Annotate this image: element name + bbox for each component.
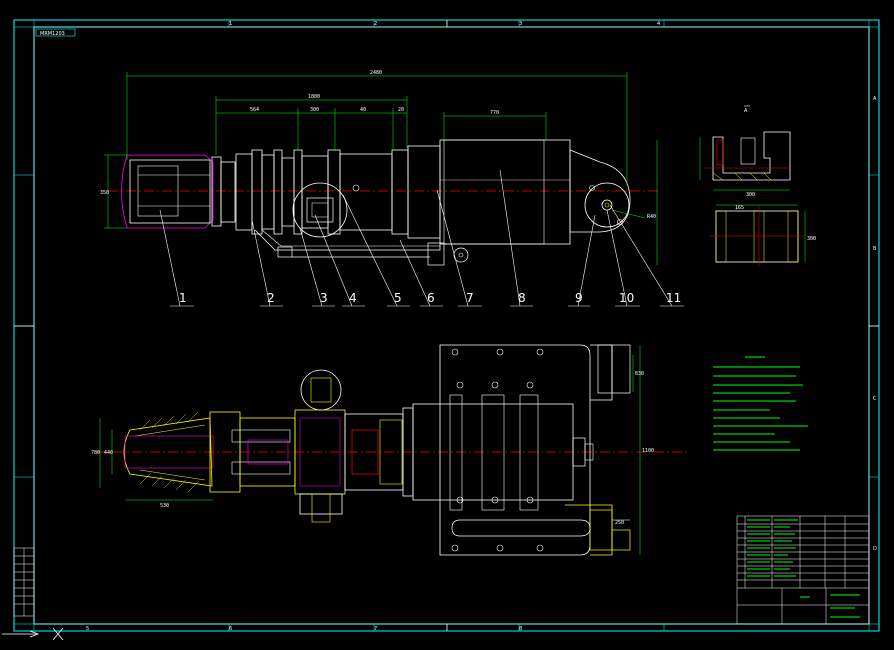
row-label: D bbox=[873, 546, 877, 552]
balloon-1: 1 bbox=[179, 291, 187, 305]
dim-detail-height: 300 bbox=[807, 236, 816, 242]
dim-length-3: 300 bbox=[310, 107, 319, 113]
dim-length-2: 564 bbox=[250, 107, 259, 113]
balloon-8: 8 bbox=[518, 291, 526, 305]
balloon-3: 3 bbox=[320, 291, 328, 305]
dim-overall-length: 2480 bbox=[370, 70, 382, 76]
balloon-5: 5 bbox=[394, 291, 402, 305]
dim-length-5: 40 bbox=[360, 107, 366, 113]
dim-length-1: 1800 bbox=[308, 94, 320, 100]
row-label: B bbox=[873, 246, 877, 252]
dim-detail-top: 165 bbox=[735, 205, 744, 211]
balloon-9: 9 bbox=[575, 291, 583, 305]
zone-label: 3 bbox=[519, 21, 522, 27]
balloon-4: 4 bbox=[349, 291, 357, 305]
dim-lug-width: 250 bbox=[615, 520, 624, 526]
zone-label: 2 bbox=[374, 21, 377, 27]
dim-plan-side-2: 530 bbox=[160, 503, 169, 509]
balloon-2: 2 bbox=[267, 291, 275, 305]
dim-detail-width: 300 bbox=[746, 192, 755, 198]
dim-plan-width: 780 bbox=[91, 450, 100, 456]
balloon-7: 7 bbox=[466, 291, 474, 305]
dim-plan-right: 1100 bbox=[642, 448, 654, 454]
dim-plan-side-1: 440 bbox=[104, 450, 113, 456]
zone-label: 6 bbox=[229, 626, 232, 632]
balloon-11: 11 bbox=[666, 291, 681, 305]
zone-label: 7 bbox=[374, 626, 377, 632]
dim-radius: R40 bbox=[647, 214, 656, 220]
cad-drawing-canvas: 1 2 3 4 5 6 7 8 A B C D MRM1203 2480 180… bbox=[0, 0, 894, 650]
row-label: A bbox=[873, 96, 877, 102]
row-label: C bbox=[873, 396, 877, 402]
title-tag-text: MRM1203 bbox=[40, 31, 65, 37]
dim-length-4: 20 bbox=[398, 107, 404, 113]
dim-plan-side-3: 830 bbox=[635, 371, 644, 377]
dim-length-6: 770 bbox=[490, 110, 499, 116]
dim-height-left: 350 bbox=[100, 190, 109, 196]
section-marker: A bbox=[744, 108, 748, 114]
zone-label: 4 bbox=[657, 21, 660, 27]
zone-label: 1 bbox=[229, 21, 232, 27]
zone-label: 5 bbox=[86, 626, 89, 632]
zone-label: 8 bbox=[519, 626, 522, 632]
balloon-10: 10 bbox=[619, 291, 634, 305]
balloon-6: 6 bbox=[427, 291, 435, 305]
